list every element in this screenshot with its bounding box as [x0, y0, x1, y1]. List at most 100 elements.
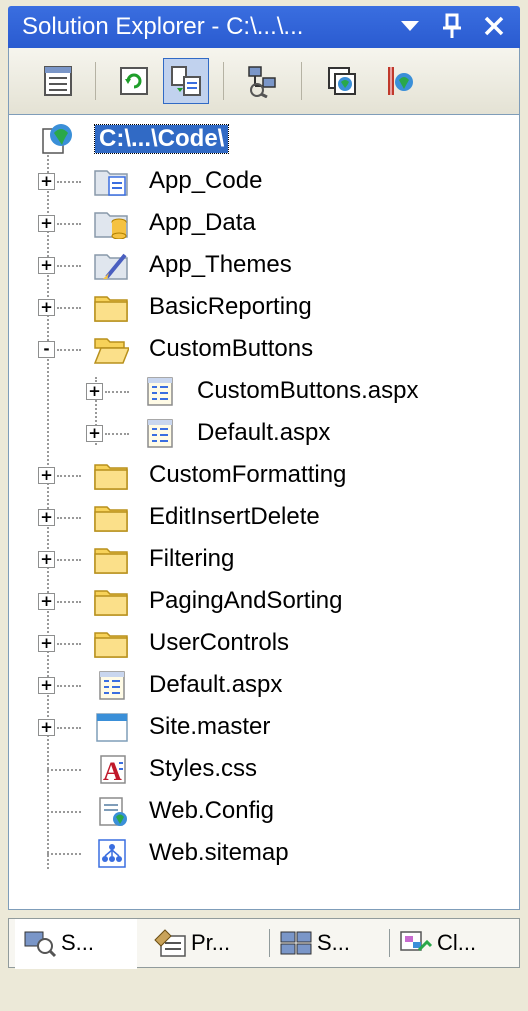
tree-item-custom-buttons[interactable]: - CustomButtons [9, 329, 519, 369]
view-in-browser-icon [328, 67, 356, 95]
tree-item-custom-buttons-aspx[interactable]: + CustomButtons.aspx [9, 371, 519, 411]
tree-item-label: Web.sitemap [149, 839, 289, 866]
expand-toggle[interactable]: + [38, 719, 55, 736]
folder-icon [94, 548, 128, 574]
nest-files-icon [171, 66, 201, 96]
tree-item-user-controls[interactable]: + UserControls [9, 623, 519, 663]
tab-solution-explorer[interactable]: S... [15, 919, 137, 969]
copy-website-icon [248, 66, 276, 98]
expand-toggle[interactable]: + [38, 551, 55, 568]
expand-toggle[interactable]: + [38, 593, 55, 610]
asp-config-icon [388, 67, 413, 95]
tree-item-site-master[interactable]: + Site.master [9, 707, 519, 747]
special-folder-themes-icon [94, 253, 128, 280]
tree-item-label: CustomFormatting [149, 461, 347, 488]
tab-server-explorer[interactable]: S... [273, 919, 385, 967]
class-view-icon [400, 931, 433, 952]
website-icon [42, 124, 72, 154]
tree-root-label: C:\...\Code\ [93, 124, 230, 154]
folder-icon [94, 464, 128, 490]
expand-toggle[interactable]: + [86, 383, 103, 400]
tree-item-filtering[interactable]: + Filtering [9, 539, 519, 579]
folder-icon [94, 590, 128, 616]
tool-window-tabs: S... Pr... S... Cl... [8, 918, 520, 969]
window-title: Solution Explorer - C:\...\... [22, 13, 304, 40]
properties-window-icon [154, 929, 186, 957]
pin-icon[interactable] [436, 10, 468, 42]
dropdown-arrow-icon[interactable] [394, 10, 426, 42]
master-page-icon [96, 713, 128, 742]
folder-icon [94, 506, 128, 532]
tree-item-default-aspx[interactable]: + Default.aspx [9, 665, 519, 705]
copy-website-button[interactable] [239, 58, 285, 104]
tab-label: Cl... [437, 930, 477, 955]
tree-item-label: App_Themes [149, 251, 292, 278]
tab-label: S... [61, 930, 95, 955]
solution-explorer-window: Solution Explorer - C:\...\... C:\...\Co… [0, 0, 528, 1011]
tree-item-label: UserControls [149, 629, 290, 656]
tree-item-custom-formatting[interactable]: + CustomFormatting [9, 455, 519, 495]
folder-open-icon [93, 338, 129, 364]
nest-related-files-button[interactable] [163, 58, 209, 104]
toolbar [8, 48, 520, 114]
tree-item-basic-reporting[interactable]: + BasicReporting [9, 287, 519, 327]
expand-toggle[interactable]: + [38, 467, 55, 484]
expand-toggle[interactable]: + [38, 299, 55, 316]
tree-item-label: EditInsertDelete [149, 503, 320, 530]
expand-toggle[interactable]: + [38, 215, 55, 232]
folder-icon [94, 296, 128, 322]
css-file-icon: A [100, 755, 126, 785]
tree-item-label: Default.aspx [149, 671, 283, 698]
tree-item-edit-insert-delete[interactable]: + EditInsertDelete [9, 497, 519, 537]
tree-item-label: App_Data [149, 209, 256, 236]
expand-toggle[interactable]: + [86, 425, 103, 442]
tree-item-label: Web.Config [149, 797, 274, 824]
expand-toggle[interactable]: + [38, 635, 55, 652]
refresh-button[interactable] [111, 58, 157, 104]
tab-label: S... [317, 930, 351, 955]
toolbar-separator [301, 62, 302, 100]
toolbar-separator [95, 62, 96, 100]
special-folder-data-icon [94, 212, 128, 239]
tree-item-label: Styles.css [149, 755, 258, 782]
sitemap-file-icon [98, 839, 126, 868]
tree-item-app-data[interactable]: + App_Data [9, 203, 519, 243]
tree-item-label: App_Code [149, 167, 263, 194]
expand-toggle[interactable]: + [38, 257, 55, 274]
tree-item-paging-and-sorting[interactable]: + PagingAndSorting [9, 581, 519, 621]
tree-item-web-sitemap[interactable]: Web.sitemap [9, 833, 519, 873]
expand-toggle[interactable]: + [38, 509, 55, 526]
tree-item-label: Site.master [149, 713, 271, 740]
properties-button[interactable] [35, 58, 81, 104]
server-explorer-icon [280, 931, 312, 955]
refresh-icon [120, 67, 148, 95]
solution-explorer-icon [24, 931, 57, 958]
solution-tree[interactable]: C:\...\Code\ + App_Code + App_Data + App… [8, 114, 520, 910]
view-in-browser-button[interactable] [319, 58, 365, 104]
tree-item-app-themes[interactable]: + App_Themes [9, 245, 519, 285]
collapse-toggle[interactable]: - [38, 341, 55, 358]
tree-root[interactable]: C:\...\Code\ [9, 119, 519, 159]
svg-text:A: A [103, 757, 122, 785]
toolbar-separator [223, 62, 224, 100]
tab-class-view[interactable]: Cl... [393, 919, 517, 967]
expand-toggle[interactable]: + [38, 173, 55, 190]
tree-item-custom-buttons-default-aspx[interactable]: + Default.aspx [9, 413, 519, 453]
tree-item-label: PagingAndSorting [149, 587, 343, 614]
expand-toggle[interactable]: + [38, 677, 55, 694]
config-file-icon [99, 797, 127, 826]
tree-item-label: Default.aspx [197, 419, 331, 446]
tree-item-label: CustomButtons.aspx [197, 377, 419, 404]
aspx-file-icon [99, 671, 125, 700]
folder-icon [94, 632, 128, 658]
tree-item-app-code[interactable]: + App_Code [9, 161, 519, 201]
close-icon[interactable] [478, 10, 510, 42]
title-bar[interactable]: Solution Explorer - C:\...\... [8, 6, 520, 48]
tab-properties[interactable]: Pr... [147, 919, 265, 967]
aspx-file-icon [147, 419, 173, 448]
tab-label: Pr... [191, 930, 231, 955]
properties-icon [44, 66, 72, 96]
tree-item-styles-css[interactable]: A Styles.css [9, 749, 519, 789]
tree-item-web-config[interactable]: Web.Config [9, 791, 519, 831]
asp-net-configuration-button[interactable] [375, 58, 421, 104]
